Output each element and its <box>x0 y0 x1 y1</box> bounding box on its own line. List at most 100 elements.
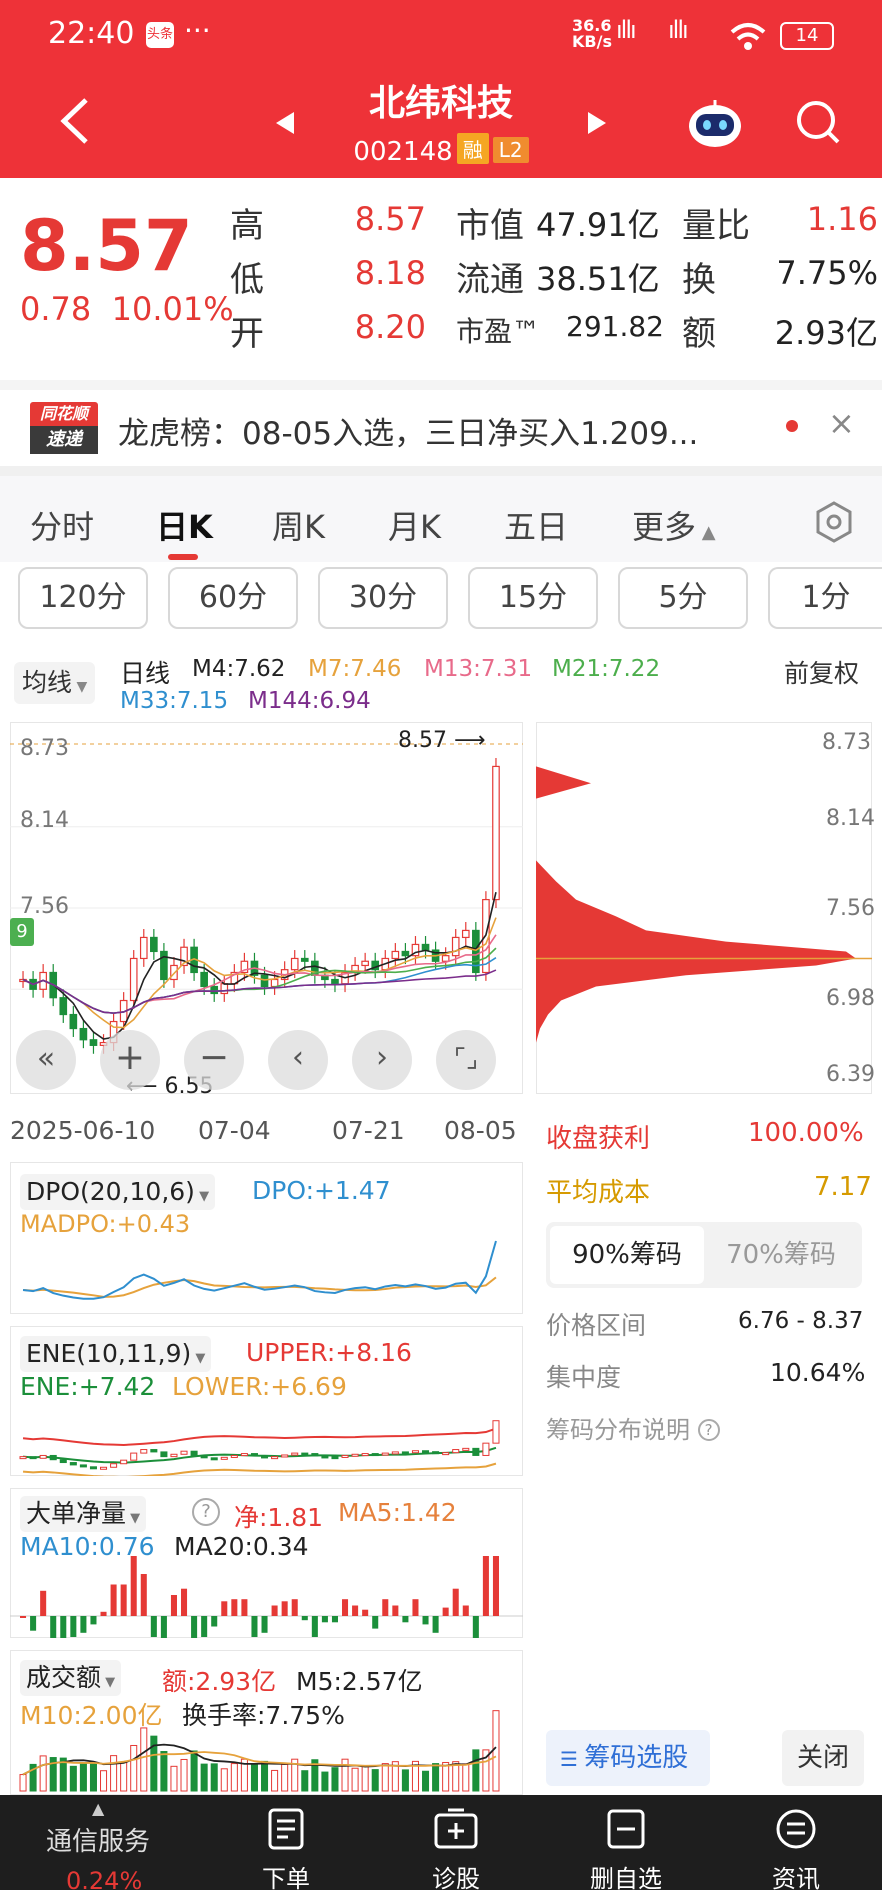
turnover-bar <box>432 1763 440 1792</box>
event-badge[interactable]: 9 <box>10 918 34 946</box>
period-1m[interactable]: 1分 <box>768 567 882 629</box>
bigorder-bar <box>452 1588 459 1616</box>
bigorder-bar <box>412 1599 419 1616</box>
bigorder-bar <box>311 1616 318 1637</box>
close-icon[interactable]: × <box>828 404 855 442</box>
sector-name[interactable]: 通信服务 <box>46 1821 150 1858</box>
open-label: 开 <box>230 314 264 354</box>
kline-candle <box>461 929 470 939</box>
kline-candle <box>139 936 148 960</box>
fullscreen-button[interactable]: ⌜⌟ <box>436 1030 496 1090</box>
ene-candle <box>301 1452 309 1456</box>
chip-70-tab[interactable]: 70%筹码 <box>704 1226 858 1284</box>
bigorder-bar <box>100 1611 107 1616</box>
tab-fenshi[interactable]: 分时 <box>30 502 94 548</box>
tab-daily-k[interactable]: 日K <box>156 502 213 548</box>
period-30m[interactable]: 30分 <box>318 567 448 629</box>
madpo-value: MADPO:+0.43 <box>20 1210 191 1238</box>
period-15m[interactable]: 15分 <box>468 567 598 629</box>
next-stock-icon[interactable] <box>586 110 608 136</box>
adjust-mode[interactable]: 前复权 <box>784 654 859 690</box>
robot-assistant-icon[interactable] <box>686 98 744 150</box>
kline-candle <box>331 978 339 985</box>
bigorder-bar <box>60 1616 67 1638</box>
tab-weekly-k[interactable]: 周K <box>272 502 325 548</box>
ene-candle <box>381 1452 389 1456</box>
turnover-m10: M10:2.00亿 <box>20 1701 163 1730</box>
bigorder-bar <box>70 1616 77 1637</box>
ene-candle <box>89 1466 97 1470</box>
tab-more[interactable]: 更多 ▲ <box>632 502 716 548</box>
xaxis-label-2: 07-04 <box>198 1116 271 1145</box>
ene-lower-line <box>22 1462 497 1476</box>
ene-candle <box>422 1450 430 1454</box>
chip-yaxis-4: 6.98 <box>826 986 875 1011</box>
stock-code-row: 002148 融 L2 <box>0 133 882 167</box>
turnover-bar <box>210 1763 218 1792</box>
ma33: M33:7.15 <box>120 688 229 714</box>
vol-ratio-label: 量比 <box>682 206 750 246</box>
ene-candle <box>39 1454 47 1459</box>
period-60m[interactable]: 60分 <box>168 567 298 629</box>
kline-candle <box>421 943 430 951</box>
remove-label: 删自选 <box>590 1865 662 1893</box>
ene-candle <box>261 1455 269 1459</box>
bigorder-bar <box>372 1616 379 1629</box>
diagnose-icon <box>434 1808 478 1849</box>
turnover-bar <box>371 1769 379 1792</box>
pan-right-button[interactable]: › <box>352 1030 412 1090</box>
ene-candle <box>180 1450 188 1455</box>
clock: 22:40 <box>48 16 135 51</box>
order-button[interactable]: 下单 <box>236 1795 336 1894</box>
period-120m[interactable]: 120分 <box>18 567 148 629</box>
xaxis-label-4: 08-05 <box>444 1116 517 1145</box>
news-button[interactable]: 资讯 <box>746 1795 846 1894</box>
remove-watchlist-button[interactable]: 删自选 <box>576 1795 676 1894</box>
high-marker-value: 8.57 <box>398 728 447 753</box>
zoom-out-button[interactable]: − <box>184 1030 244 1090</box>
remove-icon <box>607 1809 645 1849</box>
kline-candle <box>451 936 460 957</box>
chip-yaxis-3: 7.56 <box>826 896 875 921</box>
kline-candle <box>361 960 369 967</box>
turnover-bar <box>462 1763 470 1792</box>
settings-hex-icon[interactable] <box>814 500 854 544</box>
kline-yaxis-3: 7.56 <box>20 894 69 919</box>
bottom-nav: ▲ 通信服务 0.24% 下单 诊股 删自选 资讯 <box>0 1795 882 1895</box>
turnover-bar <box>341 1758 349 1792</box>
chip-explain-link[interactable]: 筹码分布说明 ? <box>546 1410 720 1445</box>
tab-five-day[interactable]: 五日 <box>504 502 568 548</box>
ene-candle <box>59 1459 67 1464</box>
bigorder-bar <box>472 1616 479 1638</box>
pan-left-button[interactable]: ‹ <box>268 1030 328 1090</box>
bigorder-bar <box>80 1616 87 1633</box>
rewind-button[interactable]: « <box>16 1030 76 1090</box>
turnover-bar <box>472 1749 480 1792</box>
chip-close-button[interactable]: 关闭 <box>782 1730 864 1786</box>
mcap-label: 市值 <box>456 206 524 246</box>
ma4-line <box>22 892 497 1040</box>
period-5m[interactable]: 5分 <box>618 567 748 629</box>
madpo-line <box>22 1276 497 1298</box>
chip-stock-select-button[interactable]: ☰ 筹码选股 <box>546 1730 710 1786</box>
ma-selector[interactable]: 均线 ▼ <box>14 662 96 704</box>
flash-logo-top: 同花顺 <box>30 402 98 426</box>
bigorder-bar <box>301 1616 308 1621</box>
diagnose-button[interactable]: 诊股 <box>406 1795 506 1894</box>
bigorder-bar <box>140 1574 147 1616</box>
news-flash-bar[interactable]: 同花顺 速递 龙虎榜：08-05入选，三日净买入1.209... × <box>0 380 882 466</box>
flash-logo-bottom: 速递 <box>30 426 98 454</box>
tab-monthly-k[interactable]: 月K <box>388 502 441 548</box>
turnover-bar <box>361 1765 369 1792</box>
amount-label: 额 <box>682 314 716 354</box>
turnover-selector[interactable]: 成交额 ▼ <box>20 1660 122 1696</box>
bigorder-bar <box>422 1616 429 1625</box>
kline-candle <box>290 957 299 971</box>
triangle-up-icon: ▲ <box>92 1799 105 1818</box>
turnover-bar <box>250 1763 258 1792</box>
search-icon[interactable] <box>794 98 842 146</box>
dpo-selector[interactable]: DPO(20,10,6) ▼ <box>20 1174 216 1210</box>
zoom-in-button[interactable]: + <box>100 1030 160 1090</box>
kline-candle <box>200 971 208 988</box>
chip-90-tab[interactable]: 90%筹码 <box>550 1226 704 1284</box>
